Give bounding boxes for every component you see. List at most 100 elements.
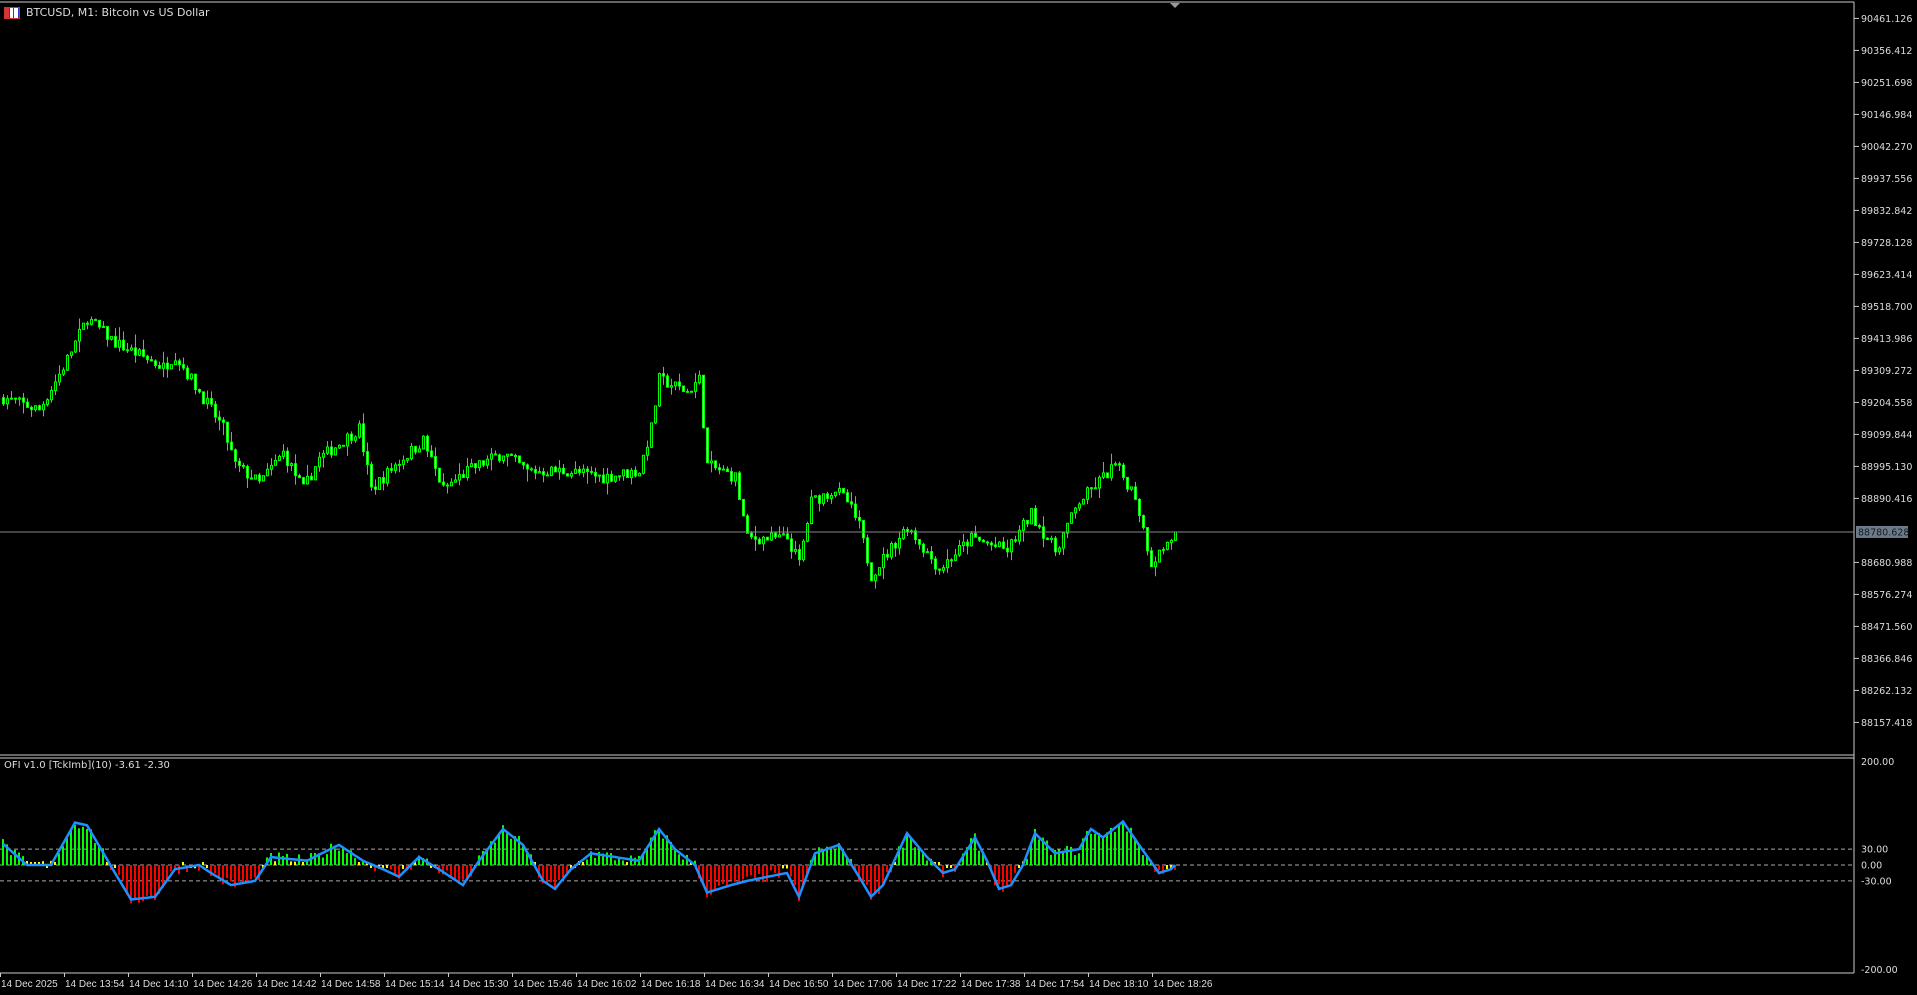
candle-bear <box>566 473 569 477</box>
candle-bear <box>1014 539 1017 542</box>
candle-bull <box>1078 503 1081 509</box>
candle-bull <box>486 458 489 466</box>
ofi-bar <box>554 865 556 888</box>
candle-bear <box>982 539 985 543</box>
candle-bear <box>526 464 529 470</box>
candle-bull <box>1162 548 1165 551</box>
indicator-axis: 200.00 30.00 0.00 -30.00 -200.00 <box>1861 757 1898 976</box>
time-tick <box>320 973 321 977</box>
ofi-bar <box>546 865 548 884</box>
ofi-bar <box>766 865 768 882</box>
ofi-bar <box>182 862 184 865</box>
candle-bear <box>542 471 545 476</box>
candle-bull <box>1166 541 1169 550</box>
candle-bear <box>534 469 537 474</box>
price-label: 90042.270 <box>1861 142 1912 153</box>
candle-bull <box>650 422 653 448</box>
candle-bear <box>226 421 229 443</box>
candle-bull <box>130 347 133 351</box>
indicator-axis-label: -200.00 <box>1861 965 1898 976</box>
ofi-bar <box>1122 822 1124 865</box>
ofi-bar <box>114 865 116 868</box>
candle-bull <box>734 472 737 482</box>
shift-marker-icon[interactable] <box>1170 3 1180 8</box>
candle-bull <box>762 536 765 545</box>
ofi-bar <box>122 865 124 881</box>
candle-bull <box>902 528 905 539</box>
time-tick <box>0 973 1 977</box>
candle-bull <box>838 487 841 493</box>
ofi-bar <box>874 865 876 894</box>
ofi-bar <box>1050 854 1052 865</box>
ofi-bar <box>622 860 624 865</box>
candle-bear <box>1134 486 1137 500</box>
ofi-bar <box>1074 855 1076 865</box>
ofi-bar <box>674 849 676 865</box>
ofi-bar <box>54 861 56 865</box>
ofi-bar <box>86 828 88 865</box>
candle-bull <box>1098 476 1101 489</box>
candle-bull <box>1010 539 1013 553</box>
candle-bear <box>426 435 429 452</box>
time-label: 14 Dec 16:34 <box>705 979 765 990</box>
candle-bear <box>786 533 789 540</box>
candle-bear <box>586 468 589 472</box>
ofi-bar <box>938 862 940 865</box>
candle-bear <box>366 451 369 466</box>
time-tick <box>1088 973 1089 977</box>
candle-bull <box>262 475 265 482</box>
ofi-bar <box>358 862 360 865</box>
ofi-bar <box>662 838 664 865</box>
ofi-bar <box>302 862 304 865</box>
candle-bear <box>994 544 997 547</box>
candle-bear <box>682 385 685 393</box>
price-label: 88995.130 <box>1861 462 1912 473</box>
price-label: 90146.984 <box>1861 110 1912 121</box>
candle-bear <box>194 373 197 390</box>
candle-bull <box>314 466 317 481</box>
ofi-bar <box>522 846 524 865</box>
candle-bear <box>158 365 161 369</box>
candle-bear <box>142 349 145 357</box>
candle-bear <box>22 397 25 403</box>
price-chart[interactable]: 90461.126 90356.412 90251.698 90146.984 9004… <box>0 0 1917 995</box>
candle-bull <box>290 463 293 466</box>
candle-bear <box>178 360 181 366</box>
candle-bear <box>1094 487 1097 490</box>
candle-bear <box>374 486 377 490</box>
candle-bear <box>1034 508 1037 527</box>
candle-bull <box>1170 539 1173 543</box>
candle-bear <box>246 465 249 479</box>
candle-bear <box>258 474 261 482</box>
ofi-bar <box>70 829 72 865</box>
candle-bear <box>766 536 769 541</box>
candle-bull <box>490 453 493 460</box>
ofi-bar <box>1078 853 1080 865</box>
candle-bull <box>658 373 661 407</box>
candle-bull <box>642 454 645 474</box>
ofi-bar <box>926 860 928 865</box>
candle-bear <box>510 453 513 457</box>
candle-bull <box>10 397 13 400</box>
time-label: 14 Dec 18:10 <box>1089 979 1149 990</box>
candle-bear <box>1046 537 1049 541</box>
candle-bear <box>726 468 729 473</box>
candle-bull <box>646 446 649 456</box>
candle-bear <box>626 469 629 479</box>
candle-bear <box>26 401 29 408</box>
ofi-bar <box>118 865 120 875</box>
ofi-bar <box>254 865 256 878</box>
candle-bear <box>250 477 253 480</box>
candle-bull <box>318 456 321 468</box>
candle-bull <box>422 435 425 450</box>
candle-bull <box>454 479 457 483</box>
candle-bear <box>2 397 5 405</box>
time-label: 14 Dec 17:54 <box>1025 979 1085 990</box>
candle-bull <box>722 468 725 471</box>
candle-bull <box>874 574 877 582</box>
candle-bull <box>1074 507 1077 514</box>
candle-bull <box>694 382 697 392</box>
candle-bear <box>330 446 333 456</box>
candle-bull <box>102 325 105 328</box>
candle-bull <box>418 448 421 453</box>
